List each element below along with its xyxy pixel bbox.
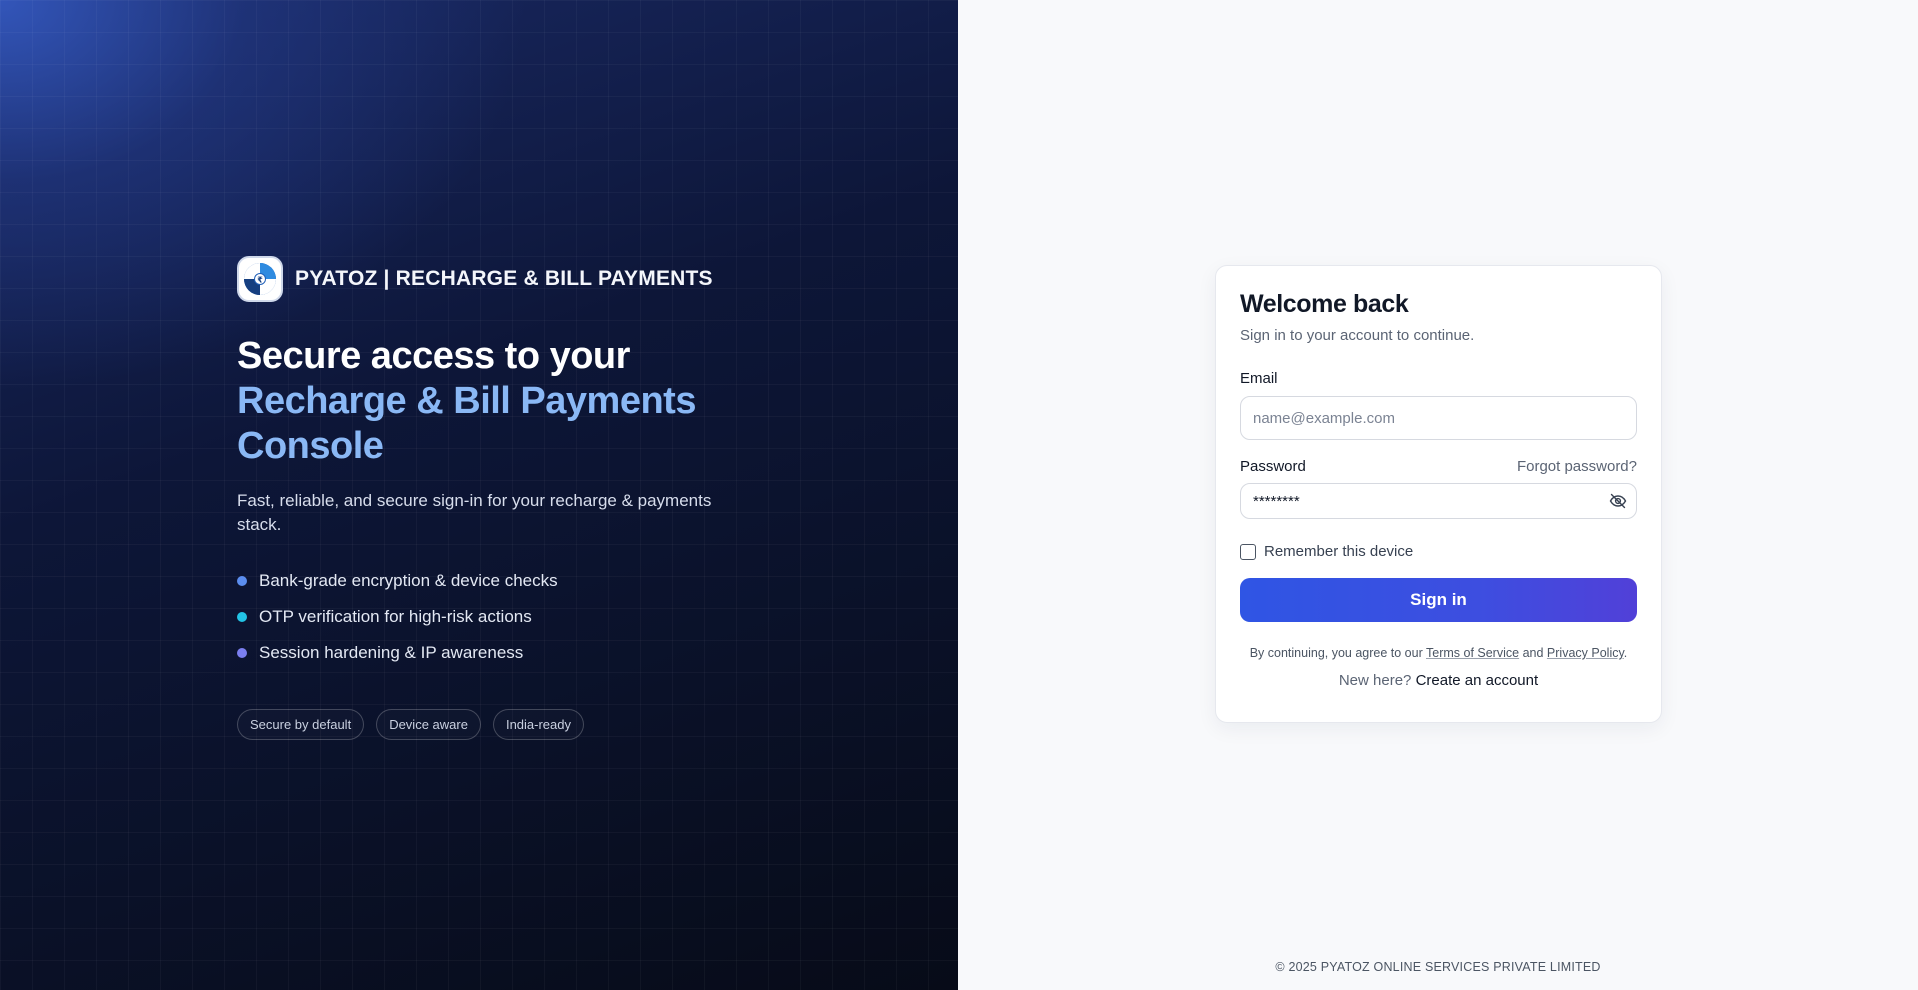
new-here-text: New here? xyxy=(1338,672,1412,689)
terms-and: and xyxy=(1522,646,1544,660)
privacy-policy-link[interactable]: Privacy Policy xyxy=(1547,646,1624,660)
login-card: Welcome back Sign in to your account to … xyxy=(1215,265,1662,723)
login-panel: Welcome back Sign in to your account to … xyxy=(958,0,1918,990)
password-label-row: Password Forgot password? xyxy=(1240,458,1637,475)
terms-notice: By continuing, you agree to our Terms of… xyxy=(1240,646,1637,660)
feature-text: Session hardening & IP awareness xyxy=(259,643,524,662)
login-title: Welcome back xyxy=(1240,290,1409,318)
hero-content: ₹ PYATOZ | RECHARGE & BILL PAYMENTS Secu… xyxy=(237,256,757,740)
feature-item: Session hardening & IP awareness xyxy=(237,635,757,671)
remember-row: Remember this device xyxy=(1240,543,1637,560)
email-field[interactable] xyxy=(1240,396,1637,440)
sign-in-button[interactable]: Sign in xyxy=(1240,578,1637,622)
bullet-dot-icon xyxy=(237,576,247,586)
terms-suffix: . xyxy=(1623,646,1628,660)
footer-copyright: © 2025 PYATOZ ONLINE SERVICES PRIVATE LI… xyxy=(1275,960,1601,974)
remember-label[interactable]: Remember this device xyxy=(1264,543,1413,560)
password-group: Password Forgot password? xyxy=(1240,458,1637,519)
terms-prefix: By continuing, you agree to our xyxy=(1249,646,1423,660)
feature-text: Bank-grade encryption & device checks xyxy=(259,571,558,590)
forgot-password-link[interactable]: Forgot password? xyxy=(1517,458,1637,475)
chip-india-ready: India-ready xyxy=(492,709,584,740)
bullet-dot-icon xyxy=(237,648,247,658)
chip-secure: Secure by default xyxy=(237,709,365,740)
bullet-dot-icon xyxy=(237,612,247,622)
remember-checkbox[interactable] xyxy=(1240,543,1256,560)
password-label: Password xyxy=(1240,458,1306,475)
feature-list: Bank-grade encryption & device checks OT… xyxy=(237,563,757,671)
login-subtitle: Sign in to your account to continue. xyxy=(1240,327,1475,344)
feature-text: OTP verification for high-risk actions xyxy=(259,607,532,626)
signup-prompt: New here? Create an account xyxy=(1240,672,1637,689)
email-group: Email xyxy=(1240,370,1637,440)
create-account-link[interactable]: Create an account xyxy=(1416,672,1539,689)
hero-description: Fast, reliable, and secure sign-in for y… xyxy=(237,491,712,534)
brand-name: PYATOZ | RECHARGE & BILL PAYMENTS xyxy=(295,267,713,290)
feature-item: OTP verification for high-risk actions xyxy=(237,599,757,635)
eye-off-icon[interactable] xyxy=(1609,493,1627,509)
hero-panel: ₹ PYATOZ | RECHARGE & BILL PAYMENTS Secu… xyxy=(0,0,958,990)
password-wrapper xyxy=(1240,483,1637,519)
pyatoz-logo-icon: ₹ xyxy=(237,256,283,302)
email-label: Email xyxy=(1240,370,1278,387)
headline-line-1: Secure access to your xyxy=(237,335,630,377)
terms-of-service-link[interactable]: Terms of Service xyxy=(1426,646,1519,660)
headline-line-2: Recharge & Bill Payments Console xyxy=(237,380,696,467)
hero-headline: Secure access to your Recharge & Bill Pa… xyxy=(237,334,757,469)
chip-device-aware: Device aware xyxy=(376,709,481,740)
brand: ₹ PYATOZ | RECHARGE & BILL PAYMENTS xyxy=(237,256,757,302)
svg-text:₹: ₹ xyxy=(257,276,263,285)
feature-chips: Secure by default Device aware India-rea… xyxy=(237,709,757,740)
password-field[interactable] xyxy=(1240,483,1637,519)
feature-item: Bank-grade encryption & device checks xyxy=(237,563,757,599)
